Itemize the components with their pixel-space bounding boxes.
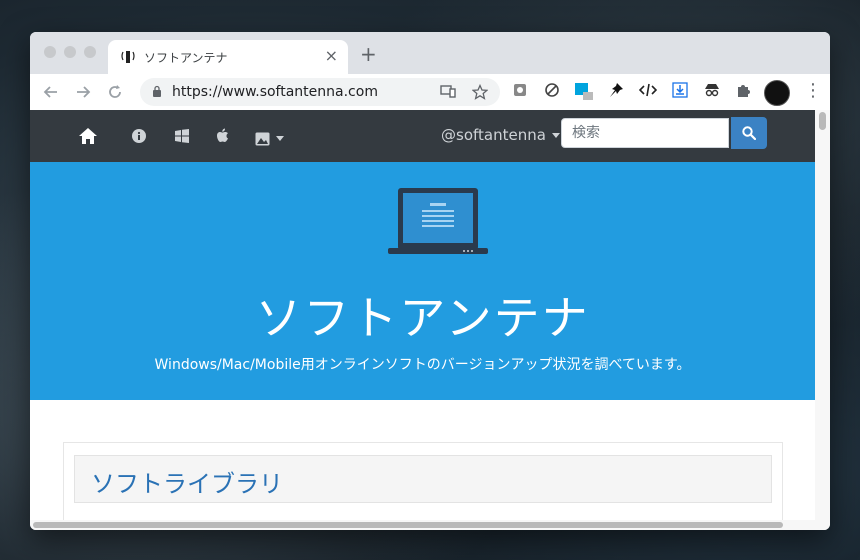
url-text: https://www.softantenna.com	[172, 84, 378, 100]
minimize-window-button[interactable]	[64, 46, 76, 58]
cast-device-icon[interactable]	[440, 85, 456, 99]
panel-header: ソフトライブラリ	[74, 455, 772, 503]
tab-title: ソフトアンテナ	[144, 51, 228, 65]
info-icon[interactable]	[132, 129, 146, 143]
image-icon	[255, 132, 270, 145]
new-tab-button[interactable]: +	[360, 44, 377, 64]
apple-icon[interactable]	[216, 128, 229, 143]
profile-avatar[interactable]	[764, 80, 790, 106]
extension-1-icon[interactable]	[510, 82, 530, 102]
lock-icon	[153, 85, 161, 97]
page-viewport: @softantenna 検索 ソフトアンテナ Windows/Mac/Mobi…	[30, 110, 815, 520]
hatena-bookmark-icon[interactable]	[574, 82, 594, 102]
search-input[interactable]	[561, 118, 729, 148]
user-handle-label: @softantenna	[441, 126, 546, 144]
hero-banner: ソフトアンテナ Windows/Mac/Mobile用オンラインソフトのバージョ…	[30, 162, 815, 400]
block-icon[interactable]	[542, 82, 562, 102]
vertical-scrollbar[interactable]	[815, 110, 830, 520]
antenna-favicon-icon	[121, 51, 135, 63]
back-arrow-icon[interactable]	[42, 83, 60, 101]
reload-icon[interactable]	[106, 83, 124, 101]
horizontal-scrollbar[interactable]	[30, 520, 830, 530]
tab-softantenna[interactable]: ソフトアンテナ ×	[108, 40, 348, 74]
section-title: ソフトライブラリ	[91, 470, 283, 498]
chevron-down-icon	[276, 136, 284, 141]
software-library-panel: ソフトライブラリ	[63, 442, 783, 520]
tab-strip: ソフトアンテナ × +	[30, 32, 830, 74]
vertical-scroll-thumb[interactable]	[819, 112, 826, 130]
browser-window: ソフトアンテナ × + https://www.softantenna.com	[30, 32, 830, 530]
search-button[interactable]	[731, 117, 767, 149]
forward-arrow-icon[interactable]	[74, 83, 92, 101]
pin-icon[interactable]	[606, 82, 626, 102]
browser-toolbar: https://www.softantenna.com ⋮	[30, 74, 830, 111]
tab-close-icon[interactable]: ×	[325, 46, 338, 65]
windows-icon[interactable]	[175, 129, 189, 143]
puzzle-extensions-icon[interactable]	[734, 82, 754, 102]
address-bar[interactable]: https://www.softantenna.com	[140, 78, 500, 106]
code-icon[interactable]	[638, 82, 658, 102]
laptop-icon	[388, 188, 488, 254]
zoom-window-button[interactable]	[84, 46, 96, 58]
chevron-down-icon	[551, 133, 560, 138]
spy-icon[interactable]	[702, 82, 722, 102]
image-menu-dropdown[interactable]	[255, 128, 284, 147]
horizontal-scroll-thumb[interactable]	[33, 522, 783, 528]
hero-title: ソフトアンテナ	[255, 291, 590, 345]
search-icon	[742, 126, 756, 140]
bookmark-star-icon[interactable]	[472, 84, 488, 100]
hero-subtitle: Windows/Mac/Mobile用オンラインソフトのバージョンアップ状況を調…	[154, 357, 691, 373]
user-handle-dropdown[interactable]: @softantenna	[441, 126, 560, 144]
close-window-button[interactable]	[44, 46, 56, 58]
download-icon[interactable]	[670, 82, 690, 102]
site-navbar: @softantenna	[30, 110, 815, 162]
browser-menu-icon[interactable]: ⋮	[804, 80, 822, 101]
home-icon[interactable]	[78, 127, 98, 145]
